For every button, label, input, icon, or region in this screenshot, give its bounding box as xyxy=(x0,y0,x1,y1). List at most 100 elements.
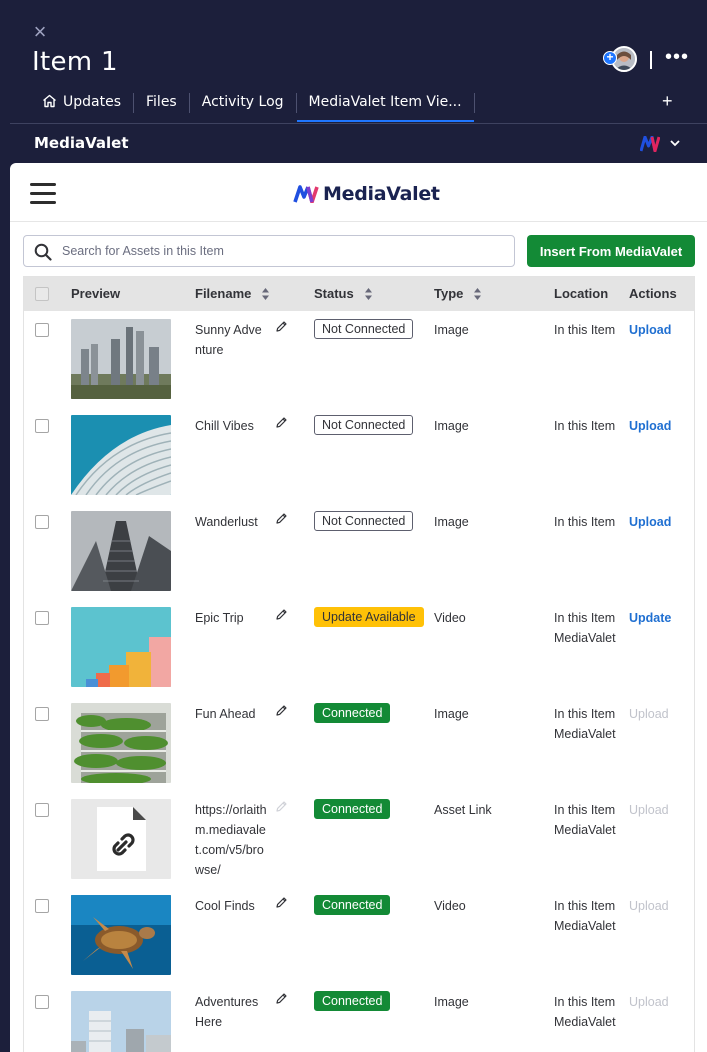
sort-icon[interactable] xyxy=(473,287,482,301)
asset-filename: Epic Trip xyxy=(195,611,244,625)
row-checkbox[interactable] xyxy=(35,419,49,433)
row-checkbox[interactable] xyxy=(35,995,49,1009)
column-actions: Actions xyxy=(629,286,677,301)
row-checkbox[interactable] xyxy=(35,611,49,625)
edit-pencil-icon[interactable] xyxy=(275,992,288,1005)
column-status[interactable]: Status xyxy=(314,286,373,301)
row-checkbox[interactable] xyxy=(35,323,49,337)
status-badge: Connected xyxy=(314,799,391,819)
select-all-checkbox[interactable] xyxy=(35,287,49,301)
add-tab-button[interactable]: + xyxy=(662,92,673,110)
table-row: Cool Finds Connected Video In this Item Medi… xyxy=(24,887,694,983)
location-line: In this Item xyxy=(554,323,616,337)
location-line: MediaValet xyxy=(554,919,616,933)
edit-pencil-icon[interactable] xyxy=(275,416,288,429)
header-divider xyxy=(650,51,652,69)
table-row: Wanderlust Not Connected Image In this Item… xyxy=(24,503,694,599)
asset-thumbnail[interactable] xyxy=(71,511,171,591)
location-line: MediaValet xyxy=(554,1015,616,1029)
row-checkbox[interactable] xyxy=(35,803,49,817)
upload-action-link[interactable]: Upload xyxy=(629,512,671,532)
table-row: Epic Trip Update Available Video In this It… xyxy=(24,599,694,695)
location-line: In this Item xyxy=(554,707,616,721)
edit-pencil-icon[interactable] xyxy=(275,512,288,525)
row-checkbox[interactable] xyxy=(35,515,49,529)
table-header: Preview Filename Status Type Location Ac… xyxy=(24,277,694,311)
column-preview: Preview xyxy=(71,286,121,301)
mediavalet-logo-icon xyxy=(293,185,319,203)
asset-type: Image xyxy=(434,995,469,1009)
edit-pencil-icon[interactable] xyxy=(275,704,288,717)
table-row: Adventures Here Connected Image In this Ite… xyxy=(24,983,694,1052)
asset-filename: Sunny Adventure xyxy=(195,323,262,357)
asset-thumbnail[interactable] xyxy=(71,895,171,975)
location-line: MediaValet xyxy=(554,823,616,837)
asset-location: In this Item xyxy=(554,416,615,436)
asset-thumbnail[interactable] xyxy=(71,991,171,1052)
asset-filename: https://orlaithm.mediavalet.com/v5/brows… xyxy=(195,803,267,875)
tab-label: Files xyxy=(146,94,177,110)
tab-activity-log[interactable]: Activity Log xyxy=(190,88,296,122)
location-line: In this Item xyxy=(554,899,616,913)
tab-updates[interactable]: Updates xyxy=(30,88,133,122)
asset-type: Video xyxy=(434,899,466,913)
asset-type: Image xyxy=(434,707,469,721)
upload-action-link[interactable]: Upload xyxy=(629,416,671,436)
asset-filename: Chill Vibes xyxy=(195,419,254,433)
plus-icon: + xyxy=(603,51,617,65)
item-title: Item 1 xyxy=(32,47,118,77)
asset-filename: Adventures Here xyxy=(195,995,259,1029)
column-label: Type xyxy=(434,286,464,301)
asset-thumbnail[interactable] xyxy=(71,607,171,687)
location-line: MediaValet xyxy=(554,631,616,645)
asset-thumbnail[interactable] xyxy=(71,703,171,783)
asset-location: In this Item xyxy=(554,320,615,340)
edit-pencil-icon[interactable] xyxy=(275,608,288,621)
row-checkbox[interactable] xyxy=(35,707,49,721)
edit-pencil-icon[interactable] xyxy=(275,800,288,813)
mediavalet-logo-icon[interactable] xyxy=(640,136,660,152)
asset-thumbnail[interactable] xyxy=(71,415,171,495)
search-box[interactable] xyxy=(23,235,515,267)
tab-mediavalet-item-view[interactable]: MediaValet Item Vie... xyxy=(296,88,474,122)
upload-action-link[interactable]: Upload xyxy=(629,320,671,340)
asset-location: In this Item MediaValet xyxy=(554,608,616,648)
asset-location: In this Item MediaValet xyxy=(554,992,616,1032)
sort-icon[interactable] xyxy=(261,287,270,301)
insert-from-mediavalet-button[interactable]: Insert From MediaValet xyxy=(527,235,695,267)
location-line: In this Item xyxy=(554,995,616,1009)
location-line: In this Item xyxy=(554,515,616,529)
edit-pencil-icon[interactable] xyxy=(275,320,288,333)
asset-type: Asset Link xyxy=(434,803,492,817)
edit-pencil-icon[interactable] xyxy=(275,896,288,909)
asset-thumbnail[interactable] xyxy=(71,319,171,399)
column-type[interactable]: Type xyxy=(434,286,482,301)
chevron-down-icon[interactable] xyxy=(669,137,681,152)
asset-filename: Cool Finds xyxy=(195,899,255,913)
app-title: MediaValet xyxy=(34,134,129,152)
column-location: Location xyxy=(554,286,609,301)
tab-files[interactable]: Files xyxy=(134,88,189,122)
add-subscriber-button[interactable]: + xyxy=(603,46,637,74)
status-badge: Not Connected xyxy=(314,511,414,531)
assets-table: Preview Filename Status Type Location Ac… xyxy=(23,276,695,1052)
status-badge: Connected xyxy=(314,895,391,915)
upload-action-link: Upload xyxy=(629,803,669,817)
table-row: https://orlaithm.mediavalet.com/v5/brows… xyxy=(24,791,694,887)
asset-thumbnail[interactable] xyxy=(71,799,171,879)
location-line: In this Item xyxy=(554,611,616,625)
search-input[interactable] xyxy=(62,241,502,261)
asset-location: In this Item MediaValet xyxy=(554,704,616,744)
update-action-link[interactable]: Update xyxy=(629,608,671,628)
column-filename[interactable]: Filename xyxy=(195,286,270,301)
row-checkbox[interactable] xyxy=(35,899,49,913)
asset-filename: Wanderlust xyxy=(195,515,258,529)
sort-icon[interactable] xyxy=(364,287,373,301)
close-icon[interactable]: × xyxy=(31,21,49,43)
menu-icon[interactable] xyxy=(30,183,56,204)
mediavalet-panel: MediaValet Insert From MediaValet Previe… xyxy=(10,163,707,1052)
table-row: Chill Vibes Not Connected Image In this Ite… xyxy=(24,407,694,503)
location-line: MediaValet xyxy=(554,727,616,741)
upload-action-link: Upload xyxy=(629,995,669,1009)
more-options-icon[interactable]: ••• xyxy=(665,47,689,67)
